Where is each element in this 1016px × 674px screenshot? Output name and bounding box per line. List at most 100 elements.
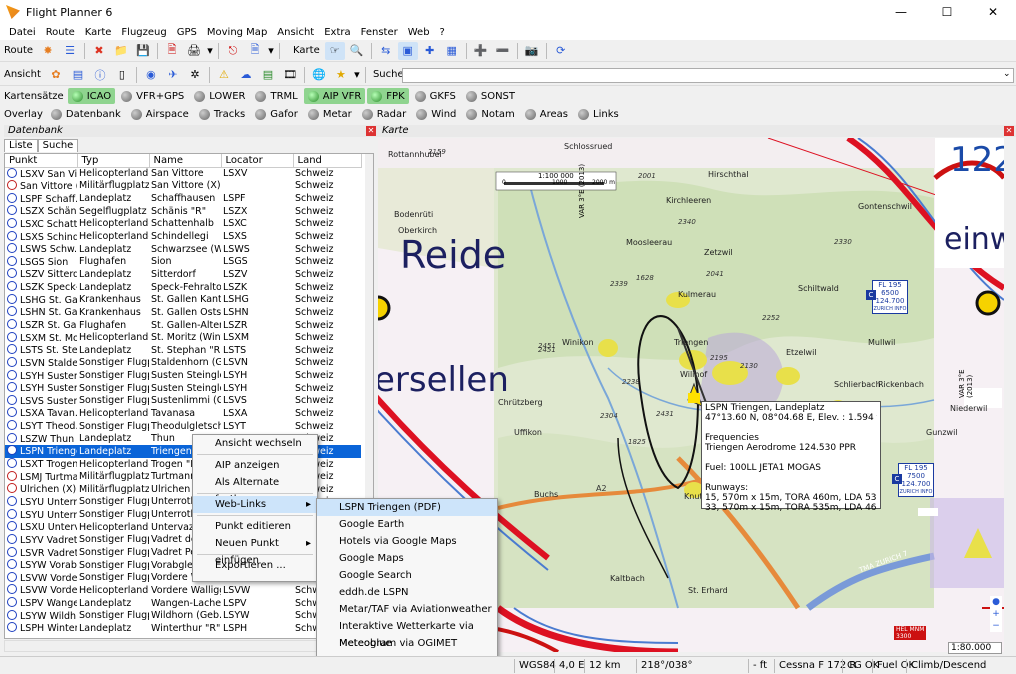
kartensatz-vfr-gps[interactable]: VFR+GPS [117,88,188,104]
table-row[interactable]: LSTS St. Ste...Landeplatz St. Stephan "R"… [5,344,361,357]
table-row[interactable]: LSPV Wange...Landeplatz Wangen-LachenLSPV… [5,597,361,610]
star-icon[interactable]: ★ [331,66,351,84]
kartensatz-icao[interactable]: ICAO [67,88,116,104]
kartensatz-lower[interactable]: LOWER [190,88,249,104]
minimize-button[interactable]: — [878,0,924,24]
overlay-datenbank[interactable]: Datenbank [47,106,125,122]
kartensatz-fpk[interactable]: FPK [367,88,409,104]
document-icon[interactable]: 🗎 [245,42,265,60]
add-point-icon[interactable]: ➕ [471,42,491,60]
table-row[interactable]: LSXA Tavan...Helicopterlande...Tavanasa L… [5,407,361,420]
kartensatz-trml[interactable]: TRML [251,88,301,104]
menu-datei[interactable]: Datei [4,27,41,38]
print-dropdown-icon[interactable]: ▾ [206,42,214,60]
table-icon[interactable]: ▤ [68,66,88,84]
table-row[interactable]: LSZK Speck-...Landeplatz Speck-Fehraltorf… [5,281,361,294]
grid-icon[interactable]: ▦ [442,42,462,60]
table-row[interactable]: LSVN Stalde...Sonstiger Flugpl...Stalden… [5,356,361,370]
weblink-item[interactable]: Google Search [317,567,497,584]
table-row[interactable]: LSXV San Vit...Helicopterlande...San Vit… [5,167,361,180]
pdf-icon[interactable]: 🗎 [162,42,182,60]
table-row[interactable]: LSVW Vorder...Helicopterlande...Vordere … [5,584,361,597]
overlay-areas[interactable]: Areas [521,106,572,122]
film-icon[interactable]: 🎞 [280,66,300,84]
search-dropdown-icon[interactable]: ⌄ [1003,69,1011,79]
context-item-exportieren[interactable]: Exportieren ... [193,557,317,574]
search-input[interactable] [402,68,1014,83]
column-header-typ[interactable]: Typ [77,154,150,168]
zoom-select[interactable]: 1:80.000 [948,642,1002,654]
map-zoom-controls[interactable]: ● + − [990,596,1002,632]
overlay-wind[interactable]: Wind [412,106,460,122]
table-row[interactable]: LSXC Schatt...Helicopterlande...Schatten… [5,217,361,231]
menu-fenster[interactable]: Fenster [356,27,403,38]
print-icon[interactable]: 🖨 [184,42,204,60]
list-icon[interactable]: ☰ [60,42,80,60]
warning-icon[interactable]: ⚠ [214,66,234,84]
menu-extra[interactable]: Extra [319,27,355,38]
table-row[interactable]: LSYH Susten...Sonstiger Flugpl...Susten … [5,369,361,382]
context-item-ansicht-wechseln[interactable]: Ansicht wechseln [193,435,317,452]
table-row[interactable]: LSPH Winter...Landeplatz Winterthur "R"LS… [5,622,361,635]
save-icon[interactable]: 💾 [133,42,153,60]
weblink-item[interactable]: Interaktive Wetterkarte via Meteoblue [317,618,497,649]
menu-ansicht[interactable]: Ansicht [272,27,319,38]
table-row[interactable]: LSPF Schaff...Landeplatz Schaffhausen LSPF… [5,192,361,205]
route-icon[interactable]: ✸ [38,42,58,60]
phone-icon[interactable]: ▯ [112,66,132,84]
context-item-aip-anzeigen[interactable]: AIP anzeigen [193,457,317,474]
plane-icon[interactable]: ✈ [163,66,183,84]
context-item-als-alternate-festlegen[interactable]: Als Alternate festlegen [193,474,317,505]
zoom-out-icon[interactable]: − [990,620,1002,632]
compass-icon[interactable]: ◉ [141,66,161,84]
table-row[interactable]: LSVS Sustenl...Sonstiger Flugpl...Susten… [5,394,361,408]
info-icon[interactable]: ⓘ [90,66,110,84]
column-header-punkt[interactable]: Punkt [5,154,78,168]
overlay-gafor[interactable]: Gafor [251,106,302,122]
table-row[interactable]: LSZV SitterdorfLandeplatz Sitterdorf LSZV S… [5,268,361,281]
kartensatz-sonst[interactable]: SONST [462,88,519,104]
open-folder-icon[interactable]: 📁 [111,42,131,60]
weather-icon[interactable]: ☁ [236,66,256,84]
maximize-button[interactable]: ☐ [924,0,970,24]
zoom-compass-icon[interactable]: ● [990,596,1002,608]
menu-gps[interactable]: GPS [172,27,202,38]
context-item-punkt-editieren[interactable]: Punkt editieren [193,518,317,535]
overlay-metar[interactable]: Metar [304,106,356,122]
weblink-item[interactable]: Meteogram via OGIMET [317,635,497,652]
column-header-locator[interactable]: Locator [221,154,294,168]
table-row[interactable]: LSZX Schäni...Segelflugplatz Schänis "R" L… [5,205,361,218]
table-row[interactable]: San Vittore (X)MilitärflugplatzSan Vitto… [5,179,361,193]
table-row[interactable]: LSHG St. Gal...Krankenhaus St. Gallen Kan… [5,293,361,306]
chart-icon[interactable]: ▤ [258,66,278,84]
weblink-item[interactable]: Hotels via Google Maps [317,533,497,550]
exit-icon[interactable]: ⎋ [223,42,243,60]
menu-flugzeug[interactable]: Flugzeug [116,27,171,38]
menu-[interactable]: ? [435,27,450,38]
menu-web[interactable]: Web [403,27,435,38]
context-item-neuen-punkt-einf-gen[interactable]: Neuen Punkt einfügen ▸ [193,535,317,566]
fit-icon[interactable]: ▣ [397,41,418,60]
menu-route[interactable]: Route [41,27,80,38]
column-header-name[interactable]: Name [149,154,222,168]
context-item-web-links[interactable]: Web-Links ▸ [193,496,317,513]
camera-icon[interactable]: 📷 [522,42,542,60]
table-row[interactable]: LSYT Theod...Sonstiger Flugpl...Theodulg… [5,420,361,433]
weblink-item[interactable]: eddh.de LSPN [317,584,497,601]
map-scrollbar[interactable] [1004,138,1016,652]
overlay-tracks[interactable]: Tracks [195,106,249,122]
weblink-item[interactable]: Google Maps [317,550,497,567]
close-button[interactable]: ✕ [970,0,1016,24]
table-row[interactable]: LSYW Wildh...Sonstiger Flugpl...Wildhorn… [5,609,361,622]
remove-point-icon[interactable]: ➖ [493,42,513,60]
weblink-item[interactable]: Metar/TAF via Aviationweather [317,601,497,618]
world-icon[interactable]: 🌐 [309,66,329,84]
overlay-radar[interactable]: Radar [358,106,410,122]
weblink-item[interactable]: Google Earth [317,516,497,533]
weblink-item[interactable]: LSPN Triengen (PDF) [317,499,497,516]
pointer-icon[interactable]: ☞ [324,41,345,60]
table-row[interactable]: LSGS Sion Flughafen Sion LSGS Schweiz [5,255,361,268]
menu-karte[interactable]: Karte [80,27,117,38]
zoom-in-icon[interactable]: + [990,608,1002,620]
table-row[interactable]: LSXS Schind...Helicopterlande...Schindel… [5,230,361,243]
